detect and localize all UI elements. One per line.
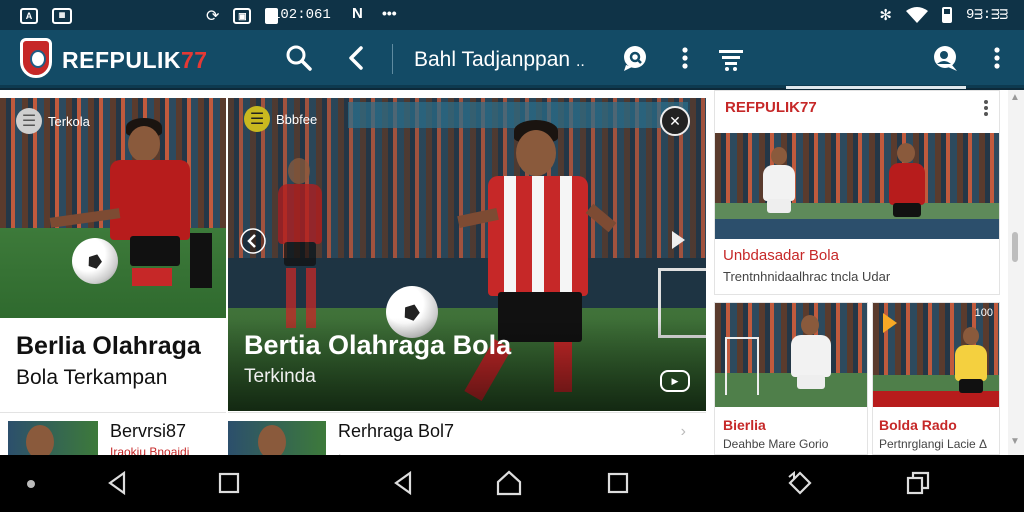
photo-notification-icon: ▦ xyxy=(52,8,72,24)
nav-recents-icon[interactable] xyxy=(604,469,632,497)
status-time: 102:061 xyxy=(272,7,331,23)
player-image xyxy=(40,118,220,308)
filter-icon[interactable] xyxy=(716,43,746,73)
chip-label: Terkola xyxy=(48,113,90,129)
sync-icon: ⟳ xyxy=(206,8,220,25)
notification-app-icon: A xyxy=(20,8,38,24)
card-chip: ☰ Bbbfee xyxy=(244,106,317,132)
chat-icon[interactable] xyxy=(620,43,650,73)
card-subtitle: Deahbe Mare Gorio xyxy=(723,437,829,451)
chip-label: Bbbfee xyxy=(276,111,318,127)
page-title-suffix: .. xyxy=(575,53,585,70)
profile-chat-icon[interactable] xyxy=(930,43,960,73)
more-dots-icon: ••• xyxy=(382,5,397,21)
screenshot-icon: ▣ xyxy=(233,8,252,24)
card-subline: Terkinda xyxy=(244,366,316,387)
card-headline: Bertia Olahraga Bola xyxy=(244,330,512,360)
nav-dot-icon xyxy=(27,480,35,488)
card-headline: Berlia Olahraga xyxy=(16,332,201,360)
wifi-icon xyxy=(905,7,928,23)
news-feed: ☰ Terkola Berlia Olahraga Bola Terkampan xyxy=(0,90,1024,455)
bookmark-icon[interactable]: ✕ xyxy=(660,106,690,136)
brand-name[interactable]: REFPULIK77 xyxy=(62,47,208,74)
card-photo xyxy=(715,133,999,239)
page-title: Bahl Tadjanppan .. xyxy=(414,48,585,72)
nav-recents-icon[interactable] xyxy=(215,469,243,497)
scroll-up-icon[interactable]: ▲ xyxy=(1010,92,1020,103)
more-vert-icon[interactable] xyxy=(981,99,991,117)
card-thumbnail xyxy=(8,421,98,455)
nav-home-icon[interactable] xyxy=(495,469,523,497)
menu-icon[interactable]: ☰ xyxy=(16,108,42,134)
card-subline: Bola Terkampan xyxy=(16,366,168,389)
card-title: Bervrsi87 xyxy=(110,421,187,441)
news-card-left[interactable]: ☰ Terkola Berlia Olahraga Bola Terkampan xyxy=(0,98,226,400)
news-card-right-top[interactable]: REFPULIK77 Unbdasadar Bola Trentnhnidaal… xyxy=(714,90,1000,295)
chevron-left-icon[interactable] xyxy=(240,228,266,254)
brand-logo-icon[interactable] xyxy=(20,38,52,78)
chevron-right-icon[interactable]: › xyxy=(681,423,686,441)
bluetooth-icon: ✻ xyxy=(879,7,892,24)
status-right-icons: ✻ 9ᴟ:ᴟᴟ xyxy=(879,6,1008,24)
app-bar-divider xyxy=(392,44,393,74)
system-nav-bar xyxy=(0,455,1024,512)
page-title-text: Bahl Tadjanppan xyxy=(414,48,571,71)
football-image xyxy=(72,238,118,284)
card-subtitle: Pertnrglangi Lacie Δ xyxy=(879,437,988,451)
more-vert-icon[interactable] xyxy=(982,43,1012,73)
news-card-bottom-mid[interactable]: Rerhraga Bol7 , › xyxy=(228,412,706,455)
card-caption: Berlia Olahraga Bola Terkampan xyxy=(0,320,226,400)
app-bar: REFPULIK77 Bahl Tadjanppan .. xyxy=(0,30,1024,88)
nfc-icon: N xyxy=(352,5,363,22)
scrollbar-track[interactable] xyxy=(1008,90,1024,455)
battery-icon xyxy=(941,7,952,23)
scroll-down-icon[interactable]: ▼ xyxy=(1010,436,1020,447)
nav-back-icon[interactable] xyxy=(390,469,418,497)
card-title: Bolda Rado xyxy=(879,417,957,433)
card-badge: 100 xyxy=(974,307,993,319)
nav-split-screen-icon[interactable] xyxy=(904,469,932,497)
more-vert-icon[interactable] xyxy=(670,43,700,73)
news-card-right-bottom-right[interactable]: 100 Bolda Rado Pertnrglangi Lacie Δ xyxy=(872,302,1000,455)
card-brand: REFPULIK77 xyxy=(725,99,817,116)
brand-name-main: REFPULIK xyxy=(62,47,181,73)
scrollbar-thumb[interactable] xyxy=(1012,232,1018,262)
status-left-icons: A ▦ ⟳ ▣ xyxy=(20,6,279,26)
search-icon[interactable] xyxy=(284,43,314,73)
card-subtitle: Iraokiu Bnoaidi xyxy=(110,445,190,455)
news-card-hero[interactable]: ☰ Bbbfee ✕ Bertia Olahraga Bola Terkinda… xyxy=(228,98,706,411)
card-title: Rerhraga Bol7 xyxy=(338,421,455,441)
status-clock: 9ᴟ:ᴟᴟ xyxy=(965,7,1008,23)
card-title: Bierlia xyxy=(723,417,766,433)
card-photo xyxy=(715,303,867,407)
news-card-bottom-left[interactable]: Bervrsi87 Iraokiu Bnoaidi xyxy=(0,412,226,455)
card-title: Unbdasadar Bola xyxy=(723,247,839,264)
menu-icon[interactable]: ☰ xyxy=(244,106,270,132)
card-subtitle: , xyxy=(338,445,342,455)
chevron-right-icon[interactable] xyxy=(668,228,688,252)
nav-rotate-icon[interactable] xyxy=(786,469,814,497)
card-thumbnail xyxy=(228,421,326,455)
card-chip: ☰ Terkola xyxy=(16,108,90,134)
nav-back-icon[interactable] xyxy=(104,469,132,497)
video-play-button[interactable]: ▶ xyxy=(660,370,690,392)
status-bar: A ▦ ⟳ ▣ 102:061 N ••• ✻ 9ᴟ:ᴟᴟ xyxy=(0,0,1024,30)
brand-name-accent: 77 xyxy=(181,47,208,73)
active-tab-indicator xyxy=(786,86,966,89)
card-subtitle: Trentnhnidaalhrac tncla Udar xyxy=(723,269,891,284)
back-icon[interactable] xyxy=(342,43,372,73)
news-card-right-bottom-left[interactable]: Bierlia Deahbe Mare Gorio xyxy=(714,302,868,455)
